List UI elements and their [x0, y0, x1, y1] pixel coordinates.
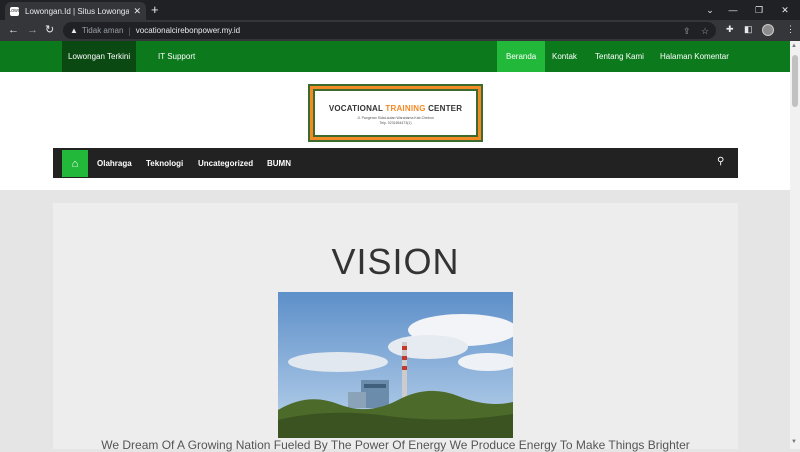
main-navigation: ⌂ Olahraga Teknologi Uncategorized BUMN … [53, 148, 738, 178]
url-text[interactable]: vocationalcirebonpower.my.id [136, 26, 240, 35]
site-logo[interactable]: VOCATIONAL TRAINING CENTER Jl. Pangeran … [308, 84, 483, 142]
new-tab-button[interactable]: + [151, 2, 159, 18]
nav-bumn[interactable]: BUMN [267, 148, 291, 178]
topnav-tentang-kami[interactable]: Tentang Kami [595, 41, 644, 72]
back-icon[interactable]: ← [8, 23, 19, 37]
extensions-icon[interactable]: ✚ [726, 24, 734, 35]
share-icon[interactable]: ⇪ [683, 26, 691, 37]
logo-title: VOCATIONAL TRAINING CENTER [328, 104, 463, 113]
hero-image [278, 292, 513, 438]
bookmark-star-icon[interactable]: ☆ [701, 26, 709, 37]
browser-tab[interactable]: Lowo Lowongan.Id | Situs Lowongan C ✕ [5, 2, 146, 20]
scroll-thumb[interactable] [792, 55, 798, 107]
topnav-halaman-komentar[interactable]: Halaman Komentar [660, 41, 729, 72]
security-label[interactable]: Tidak aman [82, 26, 124, 35]
top-navigation: Lowongan Terkini IT Support Beranda Kont… [0, 41, 790, 72]
page-scrollbar[interactable]: ▲ ▼ [790, 41, 800, 449]
side-panel-icon[interactable]: ◧ [744, 24, 753, 35]
topnav-it-support[interactable]: IT Support [158, 41, 195, 72]
browser-toolbar: ← → ↻ ▲ Tidak aman | vocationalcirebonpo… [0, 20, 800, 41]
reload-icon[interactable]: ↻ [45, 23, 54, 37]
topnav-beranda[interactable]: Beranda [497, 41, 546, 72]
minimize-button[interactable]: — [720, 0, 746, 20]
home-icon[interactable]: ⌂ [62, 150, 88, 177]
close-icon[interactable]: ✕ [133, 6, 141, 17]
nav-olahraga[interactable]: Olahraga [97, 148, 132, 178]
topnav-lowongan-terkini[interactable]: Lowongan Terkini [62, 41, 137, 72]
restore-button[interactable]: ❐ [746, 0, 772, 20]
favicon-icon: Lowo [8, 6, 21, 16]
scroll-up-icon[interactable]: ▲ [791, 43, 797, 49]
nav-uncategorized[interactable]: Uncategorized [198, 148, 253, 178]
browser-tab-bar: Lowo Lowongan.Id | Situs Lowongan C ✕ + … [0, 0, 800, 20]
scroll-down-icon[interactable]: ▼ [791, 439, 797, 445]
topnav-kontak[interactable]: Kontak [552, 41, 577, 72]
vision-caption: We Dream Of A Growing Nation Fueled By T… [101, 438, 690, 452]
logo-address: Jl. Pangeran SidaLautan Waradama Kab.Cir… [357, 116, 434, 125]
warning-icon[interactable]: ▲ [70, 26, 78, 35]
tab-title: Lowongan.Id | Situs Lowongan C [25, 6, 130, 16]
nav-teknologi[interactable]: Teknologi [146, 148, 183, 178]
search-icon[interactable]: ⚲ [717, 156, 724, 167]
menu-icon[interactable]: ⋮ [786, 24, 795, 35]
separator: | [128, 25, 131, 36]
page-heading: VISION [331, 241, 460, 282]
window-close-button[interactable]: ✕ [772, 0, 798, 20]
forward-icon[interactable]: → [27, 23, 38, 37]
profile-avatar[interactable] [762, 24, 774, 36]
address-bar[interactable]: ▲ Tidak aman | vocationalcirebonpower.my… [63, 22, 716, 39]
